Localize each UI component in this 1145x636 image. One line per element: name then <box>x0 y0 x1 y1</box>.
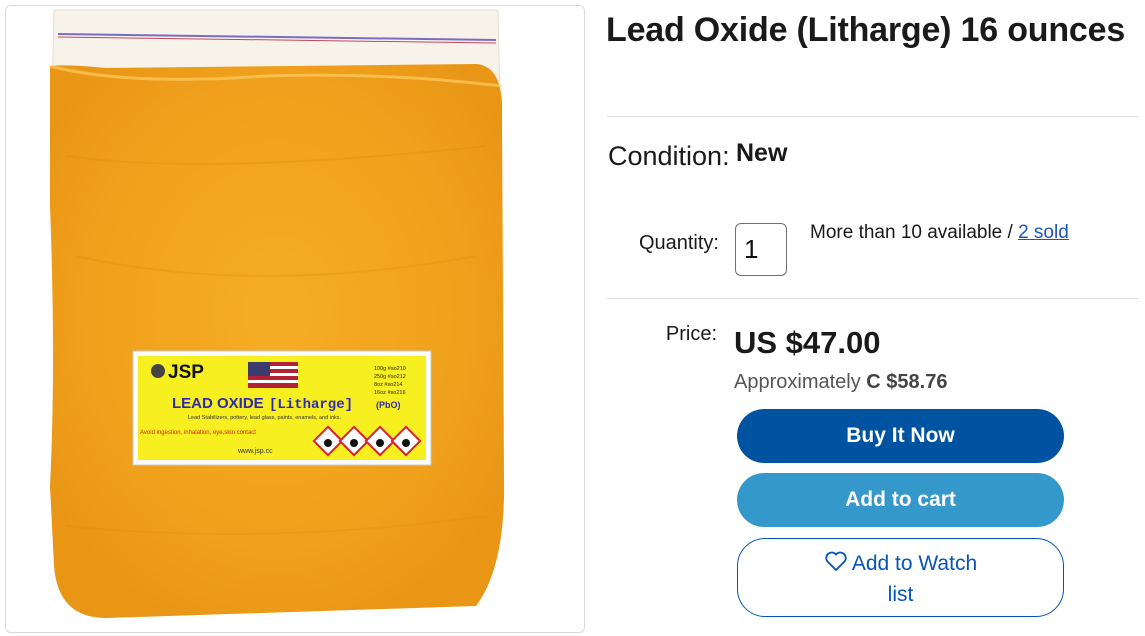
label-website: www.jsp.cc <box>237 448 273 455</box>
availability-label: More than 10 available / <box>810 222 1019 243</box>
condition-value: New <box>736 139 788 167</box>
sold-count-link[interactable]: 2 sold <box>1018 222 1069 243</box>
add-to-cart-button[interactable]: Add to cart <box>737 473 1064 527</box>
label-size-4: 16oz #so216 <box>374 390 406 396</box>
watch-label-line2: list <box>887 583 914 606</box>
approx-value: C $58.76 <box>866 371 948 393</box>
watch-label-line1: Add to Watch <box>851 552 978 575</box>
approx-price: Approximately C $58.76 <box>734 371 947 394</box>
product-title: Lead Oxide (Litharge) 16 ounces <box>606 11 1126 49</box>
divider-top <box>607 116 1139 117</box>
price-label: Price: <box>665 323 717 345</box>
label-name-sub: [Litharge] <box>269 397 353 413</box>
label-size-1: 100g #so210 <box>374 366 406 372</box>
divider-middle <box>607 298 1139 299</box>
add-to-watchlist-button[interactable]: Add to Watch list <box>737 538 1064 617</box>
label-name: LEAD OXIDE <box>172 395 264 412</box>
quantity-input[interactable] <box>735 223 787 276</box>
label-size-3: 8oz #so214 <box>374 382 402 388</box>
availability-text: More than 10 available / 2 sold <box>810 220 1069 246</box>
label-warning: Avoid ingestion, inhalation, eye,skin co… <box>140 430 256 436</box>
label-uses: Lead Stabilizers, pottery, lead glass, p… <box>188 415 342 421</box>
heart-icon <box>824 550 848 580</box>
label-formula: (PbO) <box>376 400 401 410</box>
product-image: JSP LEAD OXIDE [Litharge] (PbO) Lead Sta… <box>6 6 584 632</box>
approx-prefix: Approximately <box>734 371 867 393</box>
label-brand: JSP <box>168 362 204 383</box>
product-image-frame[interactable]: JSP LEAD OXIDE [Litharge] (PbO) Lead Sta… <box>5 5 585 633</box>
price-value: US $47.00 <box>734 325 881 360</box>
condition-label: Condition: <box>608 141 730 171</box>
buy-it-now-button[interactable]: Buy It Now <box>737 409 1064 463</box>
label-size-2: 250g #so212 <box>374 374 406 380</box>
quantity-label: Quantity: <box>638 232 719 254</box>
